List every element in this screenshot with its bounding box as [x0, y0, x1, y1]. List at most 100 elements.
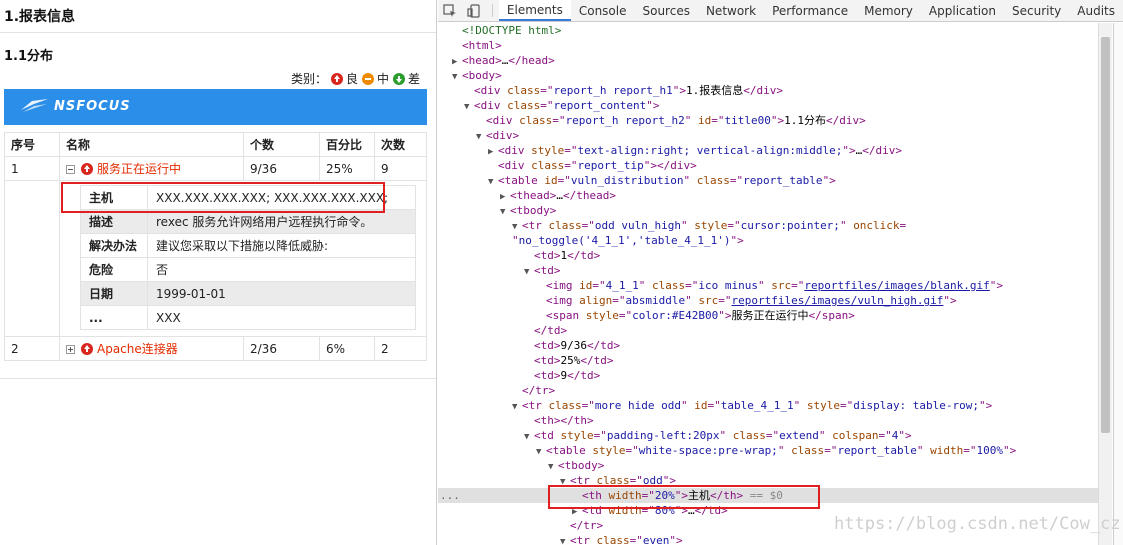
table-row[interactable]: 1 服务正在运行中 9/36 25% 9	[4, 156, 427, 181]
row-name-cell[interactable]: Apache连接器	[59, 336, 244, 361]
dom-token: <body>	[462, 69, 502, 82]
high-severity-icon	[330, 72, 343, 85]
dom-scrollbar[interactable]	[1098, 23, 1112, 545]
tab-security[interactable]: Security	[1004, 0, 1069, 21]
dom-token: </div>	[656, 159, 697, 172]
tab-performance[interactable]: Performance	[764, 0, 856, 21]
dom-token: ">	[669, 534, 683, 545]
dom-token: style	[806, 399, 840, 412]
devtools-toolbar: Elements Console Sources Network Performance…	[438, 0, 1123, 22]
dom-node[interactable]: <th></th>	[438, 413, 1098, 428]
dom-token[interactable]: reportfiles/images/vuln_high.gif	[731, 294, 943, 307]
detail-value: 建议您采取以下措施以降低威胁:	[147, 233, 416, 258]
dom-node[interactable]: <td>9/36</td>	[438, 338, 1098, 353]
dom-node[interactable]: ▶ <div style="text-align:right; vertical-…	[438, 143, 1098, 158]
inspect-element-icon[interactable]	[438, 0, 462, 21]
dom-node[interactable]: <!DOCTYPE html>	[438, 23, 1098, 38]
tab-audits[interactable]: Audits	[1069, 0, 1123, 21]
dom-node[interactable]: </tr>	[438, 383, 1098, 398]
dom-node[interactable]: <img align="absmiddle" src="reportfiles/…	[438, 293, 1098, 308]
dom-node[interactable]: <div class="report_h report_h2" id="titl…	[438, 113, 1098, 128]
dom-token: ="	[540, 84, 554, 97]
legend-mid-label: 中	[376, 72, 389, 86]
dom-node[interactable]: <td>25%</td>	[438, 353, 1098, 368]
dom-token: ="	[824, 444, 838, 457]
dom-node[interactable]: ▼ <td>	[438, 263, 1098, 278]
dom-node[interactable]: ▶ <head>…</head>	[438, 53, 1098, 68]
dom-node[interactable]: ▼ <table id="vuln_distribution" class="re…	[438, 173, 1098, 188]
dom-node[interactable]: ▼ <div class="report_content">	[438, 98, 1098, 113]
highlight-annotation-box	[61, 182, 385, 213]
tab-elements[interactable]: Elements	[498, 0, 571, 21]
dom-node[interactable]: ▼ <div>	[438, 128, 1098, 143]
dom-token: 25%	[560, 354, 581, 367]
dom-token: </td>	[567, 369, 601, 382]
col-header-percent: 百分比	[319, 132, 375, 157]
elements-dom-tree[interactable]: <!DOCTYPE html> <html> ▶ <head>…</head> ▼ <bo…	[438, 23, 1098, 545]
dom-node[interactable]: ▼ <tbody>	[438, 203, 1098, 218]
dom-node[interactable]: ▼ <td style="padding-left:20px" class="ex…	[438, 428, 1098, 443]
dom-token: </td>	[567, 249, 601, 262]
tab-console[interactable]: Console	[571, 0, 635, 21]
dom-node[interactable]: <img id="4_1_1" class="ico minus" src="r…	[438, 278, 1098, 293]
dom-token[interactable]: reportfiles/images/blank.gif	[804, 279, 989, 292]
dom-token: absmiddle	[625, 294, 686, 307]
dom-node[interactable]: ▼ <body>	[438, 68, 1098, 83]
dom-token: colspan	[832, 429, 879, 442]
dom-token: "	[680, 399, 695, 412]
tab-network[interactable]: Network	[698, 0, 764, 21]
dom-token: even	[642, 534, 670, 545]
dom-token: ="	[564, 144, 578, 157]
col-header-no: 序号	[4, 132, 60, 157]
dom-token: ="	[839, 399, 854, 412]
col-header-count: 个数	[243, 132, 320, 157]
nsfocus-logo: NSFOCUS	[20, 98, 131, 114]
dom-token: ="	[707, 399, 721, 412]
dom-token: </td>	[534, 324, 568, 337]
tab-application[interactable]: Application	[921, 0, 1004, 21]
dom-node[interactable]: <div class="report_h report_h1">1.报表信息</…	[438, 83, 1098, 98]
dom-node[interactable]: <html>	[438, 38, 1098, 53]
dom-token: ="	[592, 279, 606, 292]
vuln-name: 服务正在运行中	[97, 162, 182, 176]
dom-token: style	[585, 309, 619, 322]
dom-token: ">	[1003, 444, 1017, 457]
dom-token: ="	[581, 219, 595, 232]
vuln-name: Apache连接器	[97, 342, 178, 356]
dom-token: </thead>	[562, 189, 616, 202]
detail-spacer	[4, 180, 60, 337]
dom-node[interactable]: <td>1</td>	[438, 248, 1098, 263]
dom-node[interactable]: ▼ <table style="white-space:pre-wrap;" cl…	[438, 443, 1098, 458]
dom-node[interactable]: ▶ <thead>…</thead>	[438, 188, 1098, 203]
scrollbar-thumb[interactable]	[1101, 37, 1110, 433]
tab-memory[interactable]: Memory	[856, 0, 921, 21]
dom-token: 4_1_1	[605, 279, 639, 292]
dom-node[interactable]: </td>	[438, 323, 1098, 338]
dom-node[interactable]: ▼ <tbody>	[438, 458, 1098, 473]
dom-token: <head>	[462, 54, 502, 67]
collapse-toggle-icon[interactable]	[66, 165, 75, 174]
row-count: 2/36	[243, 336, 320, 361]
dom-node[interactable]: <span style="color:#E42B00">服务正在运行中</spa…	[438, 308, 1098, 323]
dom-token: <tr	[522, 219, 549, 232]
dom-token: <div	[498, 144, 532, 157]
dom-node[interactable]: ▼ <tr class="even">	[438, 533, 1098, 545]
dom-token: </div>	[743, 84, 783, 97]
dom-token: ="	[878, 429, 892, 442]
dom-node[interactable]: ▼ <tr class="odd vuln_high" style="cursor…	[438, 218, 1098, 233]
node-options-icon[interactable]: ...	[440, 488, 460, 503]
collapse-arrow-icon[interactable]: ▼	[560, 535, 570, 545]
dom-node[interactable]: <td>9</td>	[438, 368, 1098, 383]
dom-token: id	[697, 114, 712, 127]
row-name-cell[interactable]: 服务正在运行中	[59, 156, 244, 181]
expand-toggle-icon[interactable]	[66, 345, 75, 354]
dom-node[interactable]: "no_toggle('4_1_1','table_4_1_1')">	[438, 233, 1098, 248]
dom-token: src	[771, 279, 792, 292]
dom-node[interactable]: ▼ <tr class="more hide odd" id="table_4_1…	[438, 398, 1098, 413]
dom-token: class	[548, 399, 582, 412]
dom-token: text-align:right; vertical-align:middle;	[577, 144, 843, 157]
table-row[interactable]: 2 Apache连接器 2/36 6% 2	[4, 336, 427, 361]
dom-node[interactable]: <div class="report_tip"></div>	[438, 158, 1098, 173]
tab-sources[interactable]: Sources	[634, 0, 697, 21]
device-toolbar-icon[interactable]	[462, 0, 486, 21]
